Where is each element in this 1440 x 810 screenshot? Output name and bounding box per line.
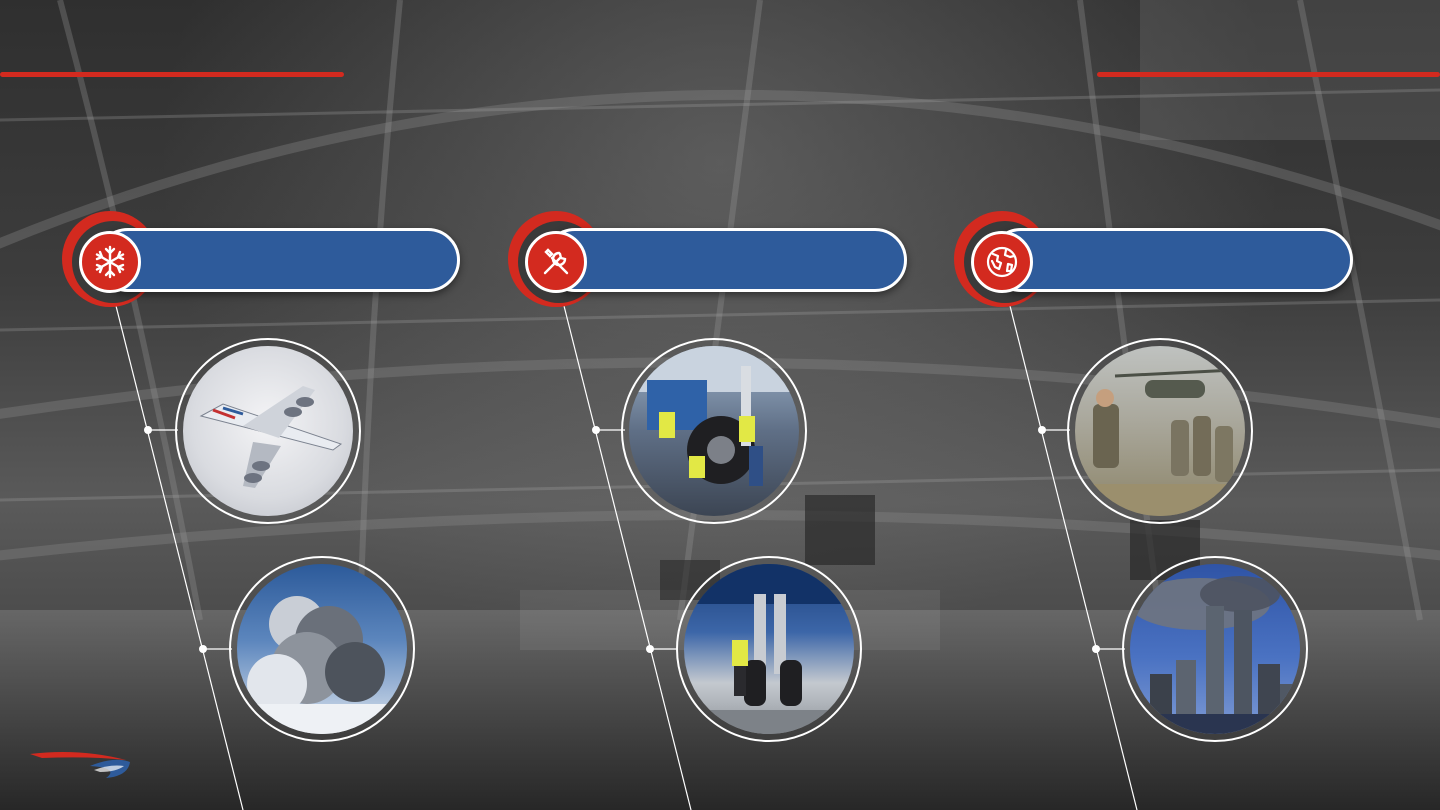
connector-dot [144,426,152,434]
photo-engineers-at-landing-gear [621,338,807,524]
photo-aircraft-in-snow [175,338,361,524]
photo-soldiers-and-helicopter [1067,338,1253,524]
connector-dot [646,645,654,653]
globe-icon [971,231,1033,293]
panel-title-bar-global-events [989,228,1353,292]
panel-title-bar-weather [96,228,460,292]
snowflake-icon [79,231,141,293]
connector-dot [1038,426,1046,434]
connector-dot [1092,645,1100,653]
photo-volcanic-ash-cloud [229,556,415,742]
speedmarque-logo [30,746,134,789]
panel-title-bar-engineering [543,228,907,292]
tools-icon [525,231,587,293]
slide-background [0,0,1440,810]
photo-engineer-under-aircraft [676,556,862,742]
photo-city-skyline-smoke [1122,556,1308,742]
connector-dot [592,426,600,434]
connector-dot [199,645,207,653]
